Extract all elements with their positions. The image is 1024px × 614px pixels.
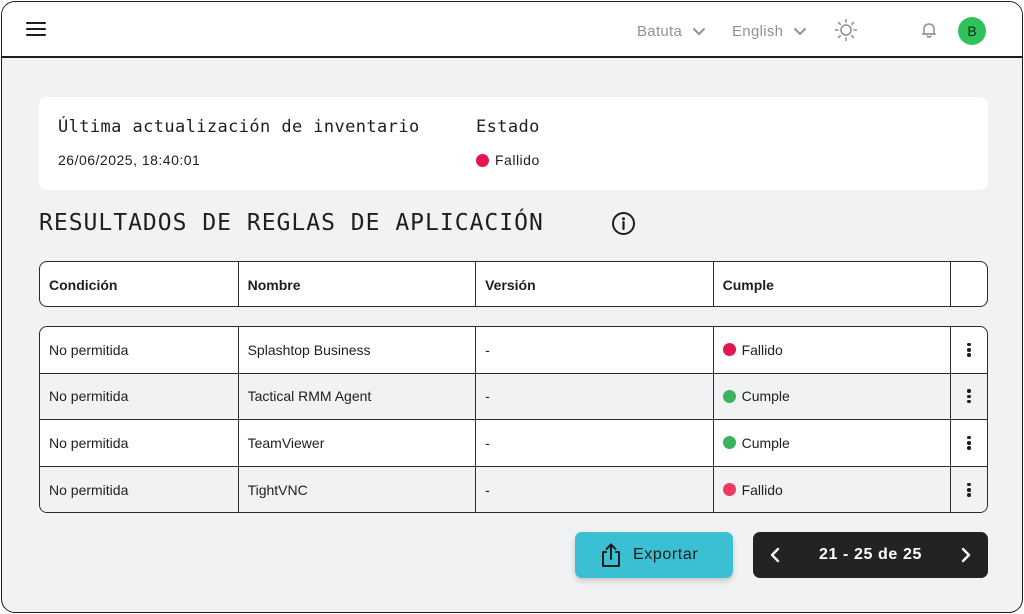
row-actions bbox=[951, 467, 987, 513]
more-vertical-icon[interactable] bbox=[967, 482, 971, 497]
table-row: No permitida Splashtop Business - Fallid… bbox=[40, 327, 987, 374]
previous-page-button[interactable] bbox=[753, 532, 797, 578]
sun-icon[interactable] bbox=[834, 18, 858, 42]
chevron-down-icon bbox=[794, 28, 807, 35]
status-badge: Cumple bbox=[722, 388, 790, 405]
cell-compliance: Fallido bbox=[714, 327, 952, 373]
table-row: No permitida TightVNC - Fallido bbox=[40, 466, 987, 513]
cell-version: - bbox=[476, 327, 714, 373]
status-text: Cumple bbox=[741, 388, 790, 405]
chevron-down-icon bbox=[693, 28, 706, 35]
last-update-value: 26/06/2025, 18:40:01 bbox=[58, 152, 201, 168]
avatar[interactable]: B bbox=[958, 17, 986, 45]
row-actions bbox=[951, 374, 987, 420]
cell-compliance: Cumple bbox=[714, 420, 952, 466]
next-page-button[interactable] bbox=[944, 532, 988, 578]
more-vertical-icon[interactable] bbox=[967, 435, 971, 450]
status-dot-icon bbox=[476, 153, 489, 167]
export-label: Exportar bbox=[633, 546, 699, 563]
column-header-name[interactable]: Nombre bbox=[239, 262, 477, 306]
column-header-version[interactable]: Versión bbox=[476, 262, 714, 306]
cell-version: - bbox=[476, 373, 714, 419]
share-upload-icon bbox=[602, 543, 620, 567]
status-text: Fallido bbox=[741, 341, 783, 358]
organization-select[interactable]: Batuta bbox=[637, 20, 706, 42]
cell-name: Splashtop Business bbox=[239, 327, 477, 373]
status-badge: Fallido bbox=[722, 481, 783, 498]
app-window: Batuta English B Última actualización de… bbox=[1, 1, 1023, 613]
status-text: Cumple bbox=[741, 434, 790, 451]
language-select[interactable]: English bbox=[732, 20, 807, 42]
cell-compliance: Fallido bbox=[714, 466, 952, 512]
table-body: No permitida Splashtop Business - Fallid… bbox=[39, 326, 988, 513]
last-update-label: Última actualización de inventario bbox=[58, 117, 420, 137]
inventory-card: Última actualización de inventario 26/06… bbox=[39, 97, 988, 190]
table-header: Condición Nombre Versión Cumple bbox=[39, 261, 988, 307]
column-header-condition[interactable]: Condición bbox=[40, 262, 239, 306]
chevron-left-icon bbox=[770, 547, 780, 563]
status-label: Estado bbox=[476, 117, 540, 137]
status-text: Fallido bbox=[495, 152, 540, 168]
column-header-compliance[interactable]: Cumple bbox=[714, 262, 952, 306]
hamburger-icon[interactable] bbox=[26, 21, 46, 37]
top-bar: Batuta English B bbox=[2, 2, 1022, 58]
cell-condition: No permitida bbox=[40, 373, 239, 419]
avatar-initial: B bbox=[967, 23, 977, 39]
cell-condition: No permitida bbox=[40, 327, 239, 373]
organization-label: Batuta bbox=[637, 22, 683, 40]
status-badge: Fallido bbox=[722, 341, 783, 358]
pagination: 21 - 25 de 25 bbox=[753, 532, 988, 578]
table-row: No permitida Tactical RMM Agent - Cumple bbox=[40, 373, 987, 420]
pagination-range: 21 - 25 de 25 bbox=[819, 546, 922, 563]
column-header-actions bbox=[951, 262, 987, 306]
cell-name: TightVNC bbox=[239, 466, 477, 512]
export-button[interactable]: Exportar bbox=[575, 532, 733, 578]
row-actions bbox=[951, 420, 987, 466]
bell-icon[interactable] bbox=[920, 21, 938, 39]
status-dot-icon bbox=[722, 436, 736, 450]
last-update-block: Última actualización de inventario 26/06… bbox=[58, 117, 420, 168]
language-label: English bbox=[732, 22, 784, 40]
cell-version: - bbox=[476, 420, 714, 466]
info-icon[interactable] bbox=[611, 211, 636, 236]
status-text: Fallido bbox=[741, 481, 783, 498]
status-dot-icon bbox=[722, 389, 736, 403]
header-row: Condición Nombre Versión Cumple bbox=[40, 262, 987, 306]
cell-condition: No permitida bbox=[40, 420, 239, 466]
cell-version: - bbox=[476, 466, 714, 512]
status-block: Estado Fallido bbox=[476, 117, 540, 168]
row-actions bbox=[951, 327, 987, 373]
cell-name: Tactical RMM Agent bbox=[239, 373, 477, 419]
status-badge: Cumple bbox=[722, 434, 790, 451]
cell-name: TeamViewer bbox=[239, 420, 477, 466]
status-dot-icon bbox=[722, 343, 736, 357]
more-vertical-icon[interactable] bbox=[967, 342, 971, 357]
section-title: RESULTADOS DE REGLAS DE APLICACIÓN bbox=[39, 210, 544, 236]
more-vertical-icon[interactable] bbox=[967, 389, 971, 404]
status-dot-icon bbox=[722, 483, 736, 497]
table-row: No permitida TeamViewer - Cumple bbox=[40, 420, 987, 467]
cell-compliance: Cumple bbox=[714, 373, 952, 419]
chevron-right-icon bbox=[961, 547, 971, 563]
cell-condition: No permitida bbox=[40, 466, 239, 512]
status-value: Fallido bbox=[476, 152, 540, 168]
